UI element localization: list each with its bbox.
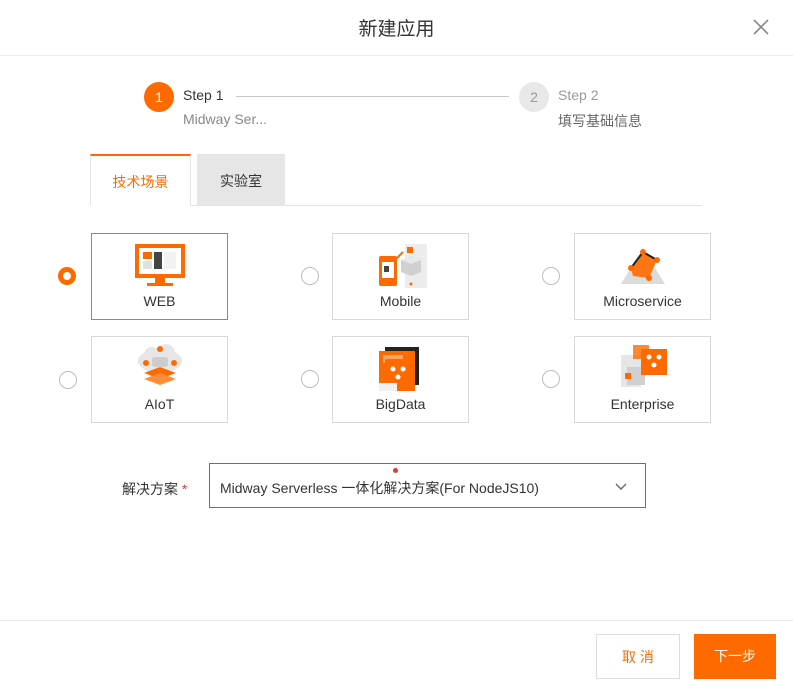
scenario-card-web[interactable]: WEB bbox=[91, 233, 228, 320]
radio-web[interactable] bbox=[58, 267, 76, 285]
scenario-label: Microservice bbox=[603, 293, 682, 309]
solution-label: 解决方案 * bbox=[122, 479, 187, 499]
scenario-card-microservice[interactable]: Microservice bbox=[574, 233, 711, 320]
tab-tech-scenario[interactable]: 技术场景 bbox=[90, 154, 191, 206]
scenario-card-aiot[interactable]: AIoT bbox=[91, 336, 228, 423]
step-2-title: Step 2 bbox=[558, 87, 599, 103]
solution-label-text: 解决方案 bbox=[122, 481, 178, 497]
scenario-card-bigdata[interactable]: BigData bbox=[332, 336, 469, 423]
scenario-label: AIoT bbox=[144, 396, 175, 412]
step-connector bbox=[236, 96, 509, 97]
scenario-label: Mobile bbox=[379, 293, 422, 309]
step-2-desc: 填写基础信息 bbox=[558, 113, 642, 129]
bigdata-icon bbox=[379, 347, 419, 391]
step-1-number: 1 bbox=[144, 82, 174, 112]
cancel-button[interactable]: 取 消 bbox=[596, 634, 680, 679]
aiot-icon bbox=[138, 344, 182, 385]
scenario-label: Enterprise bbox=[610, 396, 675, 412]
radio-aiot[interactable] bbox=[59, 371, 77, 389]
web-monitor-icon bbox=[135, 244, 185, 286]
mobile-icon bbox=[379, 244, 427, 288]
radio-bigdata[interactable] bbox=[301, 370, 319, 388]
scenario-card-enterprise[interactable]: Enterprise bbox=[574, 336, 711, 423]
radio-microservice[interactable] bbox=[542, 267, 560, 285]
scenario-card-mobile[interactable]: Mobile bbox=[332, 233, 469, 320]
solution-select[interactable]: Midway Serverless 一体化解决方案(For NodeJS10) bbox=[209, 463, 646, 508]
solution-select-value: Midway Serverless 一体化解决方案(For NodeJS10) bbox=[220, 480, 539, 496]
radio-mobile[interactable] bbox=[301, 267, 319, 285]
tab-lab[interactable]: 实验室 bbox=[197, 154, 285, 206]
required-mark: * bbox=[181, 481, 188, 497]
dialog-header: 新建应用 bbox=[0, 0, 793, 56]
microservice-icon bbox=[621, 248, 665, 284]
step-1-desc: Midway Ser... bbox=[183, 111, 268, 127]
next-button[interactable]: 下一步 bbox=[694, 634, 776, 679]
step-1-title: Step 1 bbox=[183, 87, 224, 103]
step-2-number: 2 bbox=[519, 82, 549, 112]
dialog-title: 新建应用 bbox=[358, 19, 435, 40]
scenario-label: BigData bbox=[375, 396, 426, 412]
chevron-down-icon bbox=[615, 483, 627, 490]
enterprise-icon bbox=[621, 345, 667, 387]
footer-divider bbox=[0, 620, 793, 621]
scenario-label: WEB bbox=[143, 293, 176, 309]
close-icon[interactable] bbox=[751, 17, 771, 37]
indicator-dot bbox=[393, 468, 398, 473]
radio-enterprise[interactable] bbox=[542, 370, 560, 388]
